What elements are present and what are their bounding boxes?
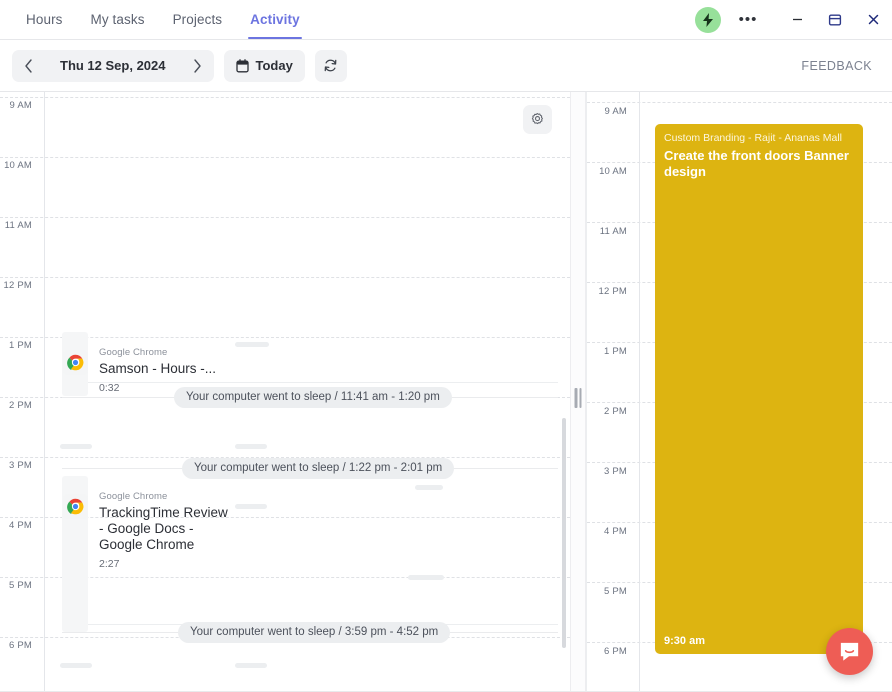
schedule-event-title: Create the front doors Banner design [664,148,849,179]
titlebar: Hours My tasks Projects Activity ••• [0,0,892,40]
placeholder-chip [60,444,92,449]
feedback-link[interactable]: FEEDBACK [801,59,880,73]
app-window: Hours My tasks Projects Activity ••• Thu… [0,0,892,692]
activity-event-app-icon [63,494,88,519]
hour-label: 6 PM [604,646,627,657]
activity-event-title: TrackingTime Review - Google Docs - Goog… [99,505,228,552]
calendar-icon [235,58,249,72]
activity-event-duration: 2:27 [99,558,120,570]
today-button-label: Today [255,58,293,73]
placeholder-chip [235,504,267,509]
schedule-event-project: Custom Branding - Rajit - Ananas Mall [664,132,842,144]
hour-label: 9 AM [604,106,627,117]
next-day-button[interactable] [182,50,214,82]
refresh-button[interactable] [314,49,347,82]
activity-event-app-name: Google Chrome [99,347,168,358]
activity-event-title: Samson - Hours -... [99,361,217,376]
tab-activity[interactable]: Activity [236,0,314,39]
minimize-button[interactable] [778,0,816,40]
resize-handle-icon [574,388,583,408]
sleep-period-pill: Your computer went to sleep / 1:22 pm - … [182,458,455,479]
tab-hours[interactable]: Hours [12,0,77,39]
placeholder-chip [415,485,443,490]
pane-resize-divider[interactable] [570,92,586,692]
tab-activity-label: Activity [250,12,300,27]
lightning-bolt-button[interactable] [695,6,721,33]
schedule-pane: 9 AM 10 AM 11 AM 12 PM 1 PM 2 PM 3 PM 4 PM 5 PM 6… [586,92,892,692]
sleep-period-pill: Your computer went to sleep / 3:59 pm - … [178,622,451,643]
hour-label: 12 PM [598,286,627,297]
left-timeline-content: Google Chrome Samson - Hours -... 0:32 Goog… [0,92,570,692]
more-options-icon[interactable]: ••• [735,7,761,33]
activity-timeline-pane: 9 AM 10 AM 11 AM 12 PM 1 PM 2 PM 3 PM 4 PM 5 PM 6… [0,92,570,692]
today-button[interactable]: Today [223,49,305,82]
intercom-chat-icon [840,642,859,661]
tab-my-tasks[interactable]: My tasks [77,0,159,39]
hour-label: 11 AM [599,226,627,237]
chevron-right-icon [194,58,201,73]
chevron-left-icon [24,58,32,73]
tab-projects[interactable]: Projects [159,0,237,39]
placeholder-chip [235,342,269,347]
hour-label: 5 PM [604,586,627,597]
activity-event-app-icon [63,350,88,375]
tab-my-tasks-label: My tasks [90,12,145,27]
lightning-bolt-icon [703,12,713,27]
schedule-event-start-time: 9:30 am [664,635,705,647]
chat-support-button[interactable] [826,628,873,675]
titlebar-right: ••• [695,0,892,39]
google-chrome-icon [67,354,84,371]
placeholder-chip [235,444,267,449]
activity-event-app-name: Google Chrome [99,491,168,502]
gear-icon [531,113,543,125]
maximize-icon [828,14,842,26]
sleep-period-pill: Your computer went to sleep / 11:41 am -… [174,387,452,408]
minimize-icon [792,18,802,21]
close-icon [868,14,878,25]
hour-gridline [587,102,892,103]
activity-event-text: Google Chrome TrackingTime Review - Googl… [99,491,229,570]
timeline-settings-button[interactable] [523,105,552,134]
current-date-label[interactable]: Thu 12 Sep, 2024 [44,58,182,73]
tab-bar: Hours My tasks Projects Activity [0,0,314,39]
hour-label: 3 PM [604,466,627,477]
refresh-icon [324,59,337,72]
hour-label: 2 PM [604,406,627,417]
left-pane-scrollbar[interactable] [562,418,566,648]
toolbar: Thu 12 Sep, 2024 Today FEEDBACK [0,40,892,92]
previous-day-button[interactable] [12,50,44,82]
hour-label: 10 AM [599,166,627,177]
placeholder-chip [408,575,444,580]
close-button[interactable] [854,0,892,40]
placeholder-chip [235,663,267,668]
tab-projects-label: Projects [172,12,223,27]
tab-hours-label: Hours [26,12,63,27]
placeholder-chip [60,663,92,668]
date-navigator: Thu 12 Sep, 2024 [12,49,214,82]
schedule-event-card[interactable]: Custom Branding - Rajit - Ananas Mall Cr… [655,124,863,654]
google-chrome-icon [67,498,84,515]
hour-label: 1 PM [604,346,627,357]
hour-label: 4 PM [604,526,627,537]
main-content: 9 AM 10 AM 11 AM 12 PM 1 PM 2 PM 3 PM 4 PM 5 PM 6… [0,92,892,692]
right-gutter-line [639,92,640,692]
maximize-button[interactable] [816,0,854,40]
